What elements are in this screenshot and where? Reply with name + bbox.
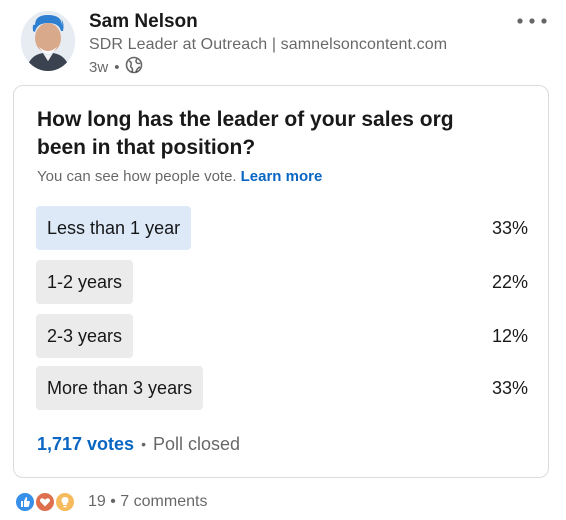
avatar[interactable]: [21, 11, 75, 71]
author-name[interactable]: Sam Nelson: [89, 11, 198, 33]
poll-option[interactable]: Less than 1 year 33%: [36, 206, 528, 250]
vote-count-link[interactable]: 1,717 votes: [37, 434, 134, 455]
poll-card: How long has the leader of your sales or…: [13, 85, 549, 478]
post-time: 3w: [89, 58, 109, 76]
learn-more-link[interactable]: Learn more: [241, 168, 323, 185]
more-options-button[interactable]: [514, 10, 550, 32]
poll-option-percent: 33%: [491, 218, 528, 238]
poll-footer: 1,717 votes • Poll closed: [37, 432, 240, 456]
avatar-photo: [21, 11, 75, 71]
insightful-icon: [54, 491, 76, 513]
engagement-counts: 19 • 7 comments: [88, 493, 207, 511]
comments-count[interactable]: 7 comments: [120, 493, 207, 510]
poll-status: Poll closed: [152, 433, 241, 454]
poll-option-label: 2-3 years: [47, 326, 123, 346]
poll-note-text: You can see how people vote.: [37, 168, 237, 185]
ellipsis-icon: [517, 18, 547, 24]
like-icon: [14, 491, 36, 513]
author-headline: SDR Leader at Outreach | samnelsonconten…: [89, 36, 448, 53]
poll-option[interactable]: 1-2 years 22%: [36, 260, 528, 304]
love-icon: [34, 491, 56, 513]
poll-option-percent: 22%: [491, 272, 528, 292]
poll-question: How long has the leader of your sales or…: [37, 108, 454, 159]
poll-option[interactable]: 2-3 years 12%: [36, 314, 528, 358]
footer-separator: •: [141, 436, 146, 452]
social-counts: 19 • 7 comments: [14, 490, 207, 514]
poll-option-label: More than 3 years: [47, 378, 193, 398]
post-meta: 3w •: [89, 56, 143, 78]
poll-option[interactable]: More than 3 years 33%: [36, 366, 528, 410]
reaction-count[interactable]: 19: [88, 493, 106, 510]
poll-option-percent: 12%: [491, 326, 528, 346]
poll-option-label: 1-2 years: [47, 272, 123, 292]
counts-separator: •: [110, 493, 121, 510]
post-header: Sam Nelson SDR Leader at Outreach | samn…: [0, 0, 566, 84]
globe-icon: [125, 56, 143, 78]
meta-separator: •: [114, 58, 120, 76]
poll-visibility-note: You can see how people vote. Learn more: [37, 168, 322, 185]
reaction-icons[interactable]: [14, 491, 76, 513]
poll-option-label: Less than 1 year: [47, 218, 181, 238]
poll-option-percent: 33%: [491, 378, 528, 398]
